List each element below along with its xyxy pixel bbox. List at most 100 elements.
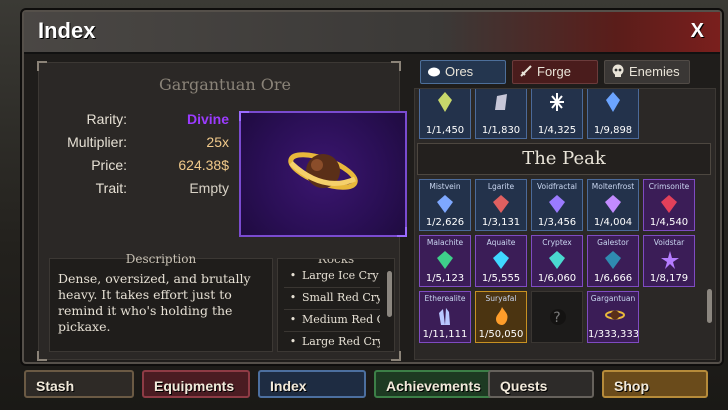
crystal-icon: [605, 251, 621, 269]
crystal-icon: [437, 195, 453, 213]
rocks-title: Rocks: [317, 258, 355, 266]
ore-count: 1/5,123: [425, 273, 465, 284]
ore-tile-galestor[interactable]: Galestor 1/6,666: [587, 235, 639, 287]
ore-name: Gargantuan: [590, 294, 636, 303]
equipments-button[interactable]: Equipments: [142, 370, 250, 398]
stat-value: 25x: [206, 134, 229, 150]
corner-ornament: [37, 61, 47, 71]
ore-tile-lgarite[interactable]: Lgarite 1/3,131: [475, 179, 527, 231]
planet-ore-icon: [605, 310, 625, 320]
crystal-icon: [493, 251, 509, 269]
snowflake-icon: [550, 93, 564, 111]
planet-ore-icon: [288, 152, 358, 190]
quests-button[interactable]: Quests: [488, 370, 594, 398]
corner-ornament: [391, 351, 401, 361]
rocks-scrollbar[interactable]: [387, 271, 392, 317]
ore-name: Etherealite: [424, 294, 466, 303]
shop-button[interactable]: Shop: [602, 370, 708, 398]
stat-label: Multiplier:: [67, 134, 127, 150]
stat-row-price: Price: 624.38$: [59, 157, 229, 180]
tab-enemies[interactable]: Enemies: [604, 60, 690, 84]
close-button[interactable]: X: [691, 20, 704, 43]
ore-tile-locked[interactable]: ?: [531, 291, 583, 343]
ore-detail-panel: Gargantuan Ore Rarity: Divine Multiplier…: [37, 61, 407, 361]
corner-ornament: [239, 111, 249, 121]
crystal-icon: [437, 251, 453, 269]
stat-label: Price:: [91, 157, 127, 173]
pebble-icon: [428, 67, 440, 77]
ore-tile-moltenfrost[interactable]: Moltenfrost 1/4,004: [587, 179, 639, 231]
skull-icon: [612, 64, 624, 77]
ore-count: 1/9,898: [593, 125, 633, 136]
ore-count: 1/2,626: [425, 217, 465, 228]
stat-label: Rarity:: [86, 111, 127, 127]
rock-icon: [495, 94, 507, 110]
rock-item: • Small Red Cry: [284, 291, 380, 310]
tab-ores[interactable]: Ores: [420, 60, 506, 84]
ore-count: 1/1,450: [425, 125, 465, 136]
ore-name: Gargantuan Ore: [159, 75, 291, 94]
ore-tile-gargantuan[interactable]: Gargantuan 1/333,333: [587, 291, 639, 343]
index-button[interactable]: Index: [258, 370, 366, 398]
ore-tile[interactable]: 1/1,830: [475, 89, 527, 139]
ore-count: 1/3,456: [537, 217, 577, 228]
achievements-button[interactable]: Achievements: [374, 370, 494, 398]
ore-tile-malachite[interactable]: Malachite 1/5,123: [419, 235, 471, 287]
ore-name: Crimsonite: [648, 182, 690, 191]
ore-name: Voidstar: [653, 238, 685, 247]
ore-count: 1/333,333: [588, 329, 639, 340]
ore-tile-aquaite[interactable]: Aquaite 1/5,555: [475, 235, 527, 287]
rock-item: •Medium Red Cry: [284, 313, 380, 332]
crystal-icon: [661, 195, 677, 213]
ore-tile-voidstar[interactable]: Voidstar 1/8,179: [643, 235, 695, 287]
ore-tile-etherealite[interactable]: Etherealite 1/11,111: [419, 291, 471, 343]
tab-forge[interactable]: Forge: [512, 60, 598, 84]
ore-tile-suryafal[interactable]: Suryafal 1/50,050: [475, 291, 527, 343]
flame-icon: [496, 307, 508, 325]
ore-name: Lgarite: [487, 182, 515, 191]
ore-grid-scrollbar[interactable]: [707, 289, 712, 323]
rocks-list[interactable]: Rocks • Large Ice Cry • Small Red Cry • Med…: [277, 258, 395, 352]
rock-item: • Large Red Cry: [284, 335, 380, 351]
stat-label: Trait:: [95, 180, 127, 196]
ore-tile[interactable]: 1/4,325: [531, 89, 583, 139]
ore-name: Aquaite: [486, 238, 516, 247]
ore-count: 1/4,540: [649, 217, 689, 228]
tab-label: Forge: [537, 64, 571, 79]
ore-tile-crimsonite[interactable]: Crimsonite 1/4,540: [643, 179, 695, 231]
ore-tile-voidfractal[interactable]: Voidfractal 1/3,456: [531, 179, 583, 231]
ore-grid-panel[interactable]: 1/1,450 1/1,830 1/4,325 1/9,898 The Peak…: [414, 88, 716, 360]
window-titlebar: Index X: [24, 12, 720, 54]
ore-name: Mistvein: [429, 182, 461, 191]
corner-ornament: [37, 351, 47, 361]
stat-row-trait: Trait: Empty: [59, 180, 229, 203]
ore-count: 1/50,050: [478, 329, 524, 340]
star-icon: [661, 251, 679, 269]
crystal-cluster-icon: [439, 308, 450, 325]
stash-button[interactable]: Stash: [24, 370, 134, 398]
crystal-icon: [549, 195, 565, 213]
window-title: Index: [38, 18, 96, 43]
stat-row-rarity: Rarity: Divine: [59, 111, 229, 134]
index-window: Index X Gargantuan Ore Rarity: Divine Mu…: [22, 10, 722, 364]
ore-tile[interactable]: 1/9,898: [587, 89, 639, 139]
ore-tile-cryptex[interactable]: Cryptex 1/6,060: [531, 235, 583, 287]
ore-preview: [239, 111, 407, 237]
ore-name: Moltenfrost: [591, 182, 635, 191]
ore-tile-mistvein[interactable]: Mistvein 1/2,626: [419, 179, 471, 231]
ore-name: Malachite: [426, 238, 464, 247]
ore-name: Suryafal: [485, 294, 517, 303]
crystal-icon: [549, 251, 565, 269]
stat-value: Divine: [186, 111, 229, 127]
rock-item: • Large Ice Cry: [284, 269, 380, 288]
stat-value: Empty: [189, 180, 229, 196]
ore-count: 1/1,830: [481, 125, 521, 136]
crystal-icon: [605, 195, 621, 213]
ore-count: 1/6,060: [537, 273, 577, 284]
bottom-nav: Stash Equipments Index Achievements Ques…: [22, 366, 718, 406]
ore-count: 1/11,111: [422, 329, 468, 340]
ore-tile[interactable]: 1/1,450: [419, 89, 471, 139]
ore-name: Galestor: [597, 238, 629, 247]
crystal-icon: [438, 92, 452, 112]
locked-mark: ?: [553, 310, 561, 326]
